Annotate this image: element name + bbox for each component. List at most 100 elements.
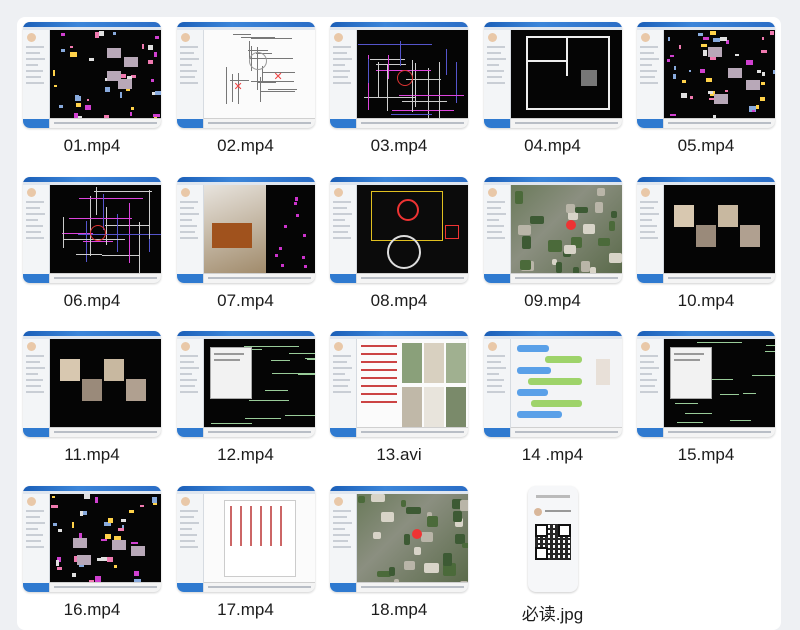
chat-sidebar (483, 339, 511, 437)
chat-sidebar (637, 30, 664, 128)
recording-content (203, 339, 315, 428)
image-thumbnail (527, 485, 578, 592)
chat-sidebar (330, 184, 357, 283)
status-bar (510, 118, 622, 128)
file-item[interactable]: 03.mp4 (330, 22, 470, 162)
chat-sidebar (23, 339, 50, 437)
video-thumbnail (330, 22, 468, 128)
file-item[interactable]: 15.mp4 (637, 331, 777, 471)
file-item[interactable]: 10.mp4 (637, 176, 777, 317)
file-name-label: 09.mp4 (524, 290, 581, 310)
video-thumbnail (23, 22, 161, 128)
file-name-label: 16.mp4 (63, 599, 121, 619)
file-item[interactable]: 09.mp4 (483, 176, 624, 317)
recording-content (203, 184, 315, 274)
file-item[interactable]: 08.mp4 (330, 176, 470, 317)
chat-sidebar (330, 30, 357, 128)
file-name-label: 必读.jpg (521, 604, 584, 624)
video-thumbnail (330, 485, 468, 592)
status-bar (50, 427, 161, 437)
file-name-label: 02.mp4 (217, 136, 274, 155)
recording-content (357, 30, 468, 119)
file-item[interactable]: ✕ ✕ 02.mp4 (176, 22, 317, 162)
status-bar (357, 427, 468, 437)
file-name-label: 11.mp4 (64, 445, 120, 464)
recording-content (50, 339, 161, 428)
file-name-label: 08.mp4 (370, 290, 428, 310)
video-thumbnail (23, 485, 161, 592)
recording-content (664, 339, 775, 428)
file-name-label: 07.mp4 (217, 290, 274, 310)
file-name-label: 06.mp4 (63, 290, 121, 310)
chat-sidebar (176, 30, 204, 128)
video-thumbnail (330, 176, 468, 283)
recording-content (357, 184, 468, 274)
file-item[interactable]: 16.mp4 (23, 485, 163, 626)
video-thumbnail (483, 176, 622, 283)
file-item[interactable]: 07.mp4 (176, 176, 317, 317)
file-item[interactable]: 04.mp4 (483, 22, 624, 162)
file-name-label: 17.mp4 (217, 599, 274, 619)
status-bar (357, 272, 468, 283)
chat-sidebar (637, 184, 664, 283)
file-item[interactable]: 18.mp4 (330, 485, 470, 626)
file-name-label: 12.mp4 (217, 445, 274, 464)
video-thumbnail (637, 176, 775, 283)
file-name-label: 04.mp4 (524, 136, 581, 155)
status-bar (203, 427, 315, 437)
status-bar (357, 118, 468, 128)
file-item[interactable]: 12.mp4 (176, 331, 317, 471)
file-item[interactable]: 13.avi (330, 331, 470, 471)
status-bar (50, 118, 161, 128)
file-name-label: 13.avi (376, 445, 422, 464)
file-item[interactable]: 06.mp4 (23, 176, 163, 317)
status-bar (203, 272, 315, 283)
chat-sidebar (330, 339, 357, 437)
file-name-label: 05.mp4 (677, 136, 735, 155)
chat-sidebar (637, 339, 664, 437)
status-bar (50, 581, 161, 592)
file-item[interactable]: 05.mp4 (637, 22, 777, 162)
video-thumbnail (23, 176, 161, 283)
chat-sidebar (483, 184, 511, 283)
recording-content: ✕ ✕ (203, 30, 315, 119)
video-thumbnail (637, 331, 775, 437)
status-bar (203, 581, 315, 592)
chat-sidebar (176, 184, 204, 283)
video-thumbnail (176, 331, 315, 437)
chat-sidebar (330, 493, 357, 592)
status-bar (664, 427, 775, 437)
file-item[interactable]: 17.mp4 (176, 485, 317, 626)
recording-content (50, 493, 161, 583)
recording-content (357, 339, 468, 428)
chat-sidebar (176, 493, 204, 592)
file-item[interactable]: 11.mp4 (23, 331, 163, 471)
file-name-label: 14 .mp4 (521, 445, 584, 464)
recording-content (664, 184, 775, 274)
file-item[interactable]: 必读.jpg (484, 485, 624, 626)
recording-content (50, 30, 161, 119)
status-bar (203, 118, 315, 128)
file-item[interactable]: 01.mp4 (23, 22, 163, 162)
file-name-label: 18.mp4 (370, 599, 428, 619)
chat-sidebar (23, 493, 50, 592)
video-thumbnail (176, 485, 315, 592)
file-name-label: 10.mp4 (677, 290, 735, 310)
status-bar (357, 581, 468, 592)
recording-content (510, 184, 622, 274)
recording-content (357, 493, 468, 583)
video-thumbnail (483, 331, 622, 437)
status-bar (510, 427, 622, 437)
recording-content (203, 493, 315, 583)
file-name-label: 15.mp4 (677, 445, 735, 464)
chat-sidebar (176, 339, 204, 437)
recording-content (510, 339, 622, 428)
status-bar (510, 272, 622, 283)
chat-sidebar (23, 184, 50, 283)
file-name-label: 03.mp4 (370, 136, 428, 155)
status-bar (50, 272, 161, 283)
video-thumbnail (637, 22, 775, 128)
recording-content (664, 30, 775, 119)
file-item[interactable]: 14 .mp4 (483, 331, 624, 471)
video-thumbnail (176, 176, 315, 283)
